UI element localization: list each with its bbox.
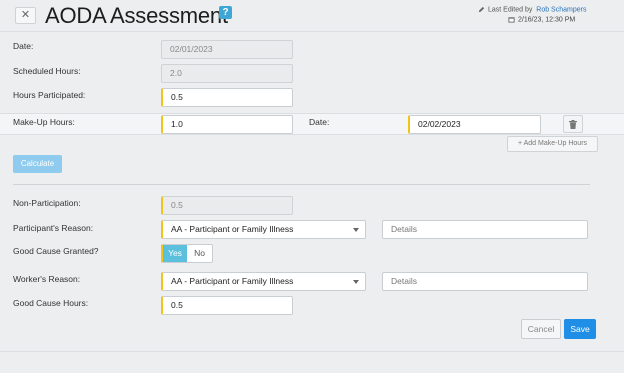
header-divider <box>0 31 624 32</box>
last-edited-info: Last Edited by Rob Schampers <box>478 6 586 13</box>
good-cause-no-button[interactable]: No <box>187 245 212 262</box>
worker-reason-label: Worker's Reason: <box>13 274 81 284</box>
worker-details-input[interactable]: Details <box>382 272 588 291</box>
participant-reason-label: Participant's Reason: <box>13 223 94 233</box>
hours-participated-label: Hours Participated: <box>13 90 86 100</box>
makeup-hours-input[interactable]: 1.0 <box>161 115 293 134</box>
last-edited-user[interactable]: Rob Schampers <box>536 6 586 13</box>
date-field: 02/01/2023 <box>161 40 293 59</box>
makeup-date-label: Date: <box>309 117 330 127</box>
help-icon[interactable]: ? <box>219 6 232 19</box>
close-icon: ✕ <box>20 9 31 21</box>
cancel-button[interactable]: Cancel <box>521 319 561 339</box>
footer-divider <box>0 351 624 352</box>
non-participation-label: Non-Participation: <box>13 198 81 208</box>
makeup-hours-label: Make-Up Hours: <box>13 117 75 127</box>
participant-details-input[interactable]: Details <box>382 220 588 239</box>
good-cause-hours-input[interactable]: 0.5 <box>161 296 293 315</box>
date-label: Date: <box>13 41 34 51</box>
non-participation-field: 0.5 <box>161 196 293 215</box>
worker-reason-select[interactable]: AA - Participant or Family Illness <box>161 272 366 291</box>
good-cause-hours-label: Good Cause Hours: <box>13 298 89 308</box>
makeup-date-input[interactable]: 02/02/2023 <box>408 115 541 134</box>
page-title: AODA Assessment <box>45 3 228 28</box>
add-makeup-hours-button[interactable]: + Add Make-Up Hours <box>507 136 598 152</box>
trash-icon <box>569 120 577 129</box>
last-edited-timestamp: 2/16/23, 12:30 PM <box>508 16 575 23</box>
save-button[interactable]: Save <box>564 319 596 339</box>
participant-reason-select[interactable]: AA - Participant or Family Illness <box>161 220 366 239</box>
hours-participated-input[interactable]: 0.5 <box>161 88 293 107</box>
worker-reason-value: AA - Participant or Family Illness <box>171 276 294 286</box>
section-divider <box>13 184 590 185</box>
last-edited-prefix: Last Edited by <box>488 6 533 14</box>
calculate-button[interactable]: Calculate <box>13 155 62 173</box>
scheduled-hours-field: 2.0 <box>161 64 293 83</box>
participant-reason-value: AA - Participant or Family Illness <box>171 224 294 234</box>
calendar-icon <box>508 17 515 23</box>
close-button[interactable]: ✕ <box>15 7 36 24</box>
good-cause-label: Good Cause Granted? <box>13 246 99 256</box>
good-cause-yes-button[interactable]: Yes <box>163 245 187 262</box>
last-edited-time: 2/16/23, 12:30 PM <box>518 16 576 24</box>
pencil-icon <box>478 6 485 13</box>
delete-makeup-button[interactable] <box>563 115 583 133</box>
scheduled-hours-label: Scheduled Hours: <box>13 66 81 76</box>
good-cause-toggle: Yes No <box>161 244 213 263</box>
